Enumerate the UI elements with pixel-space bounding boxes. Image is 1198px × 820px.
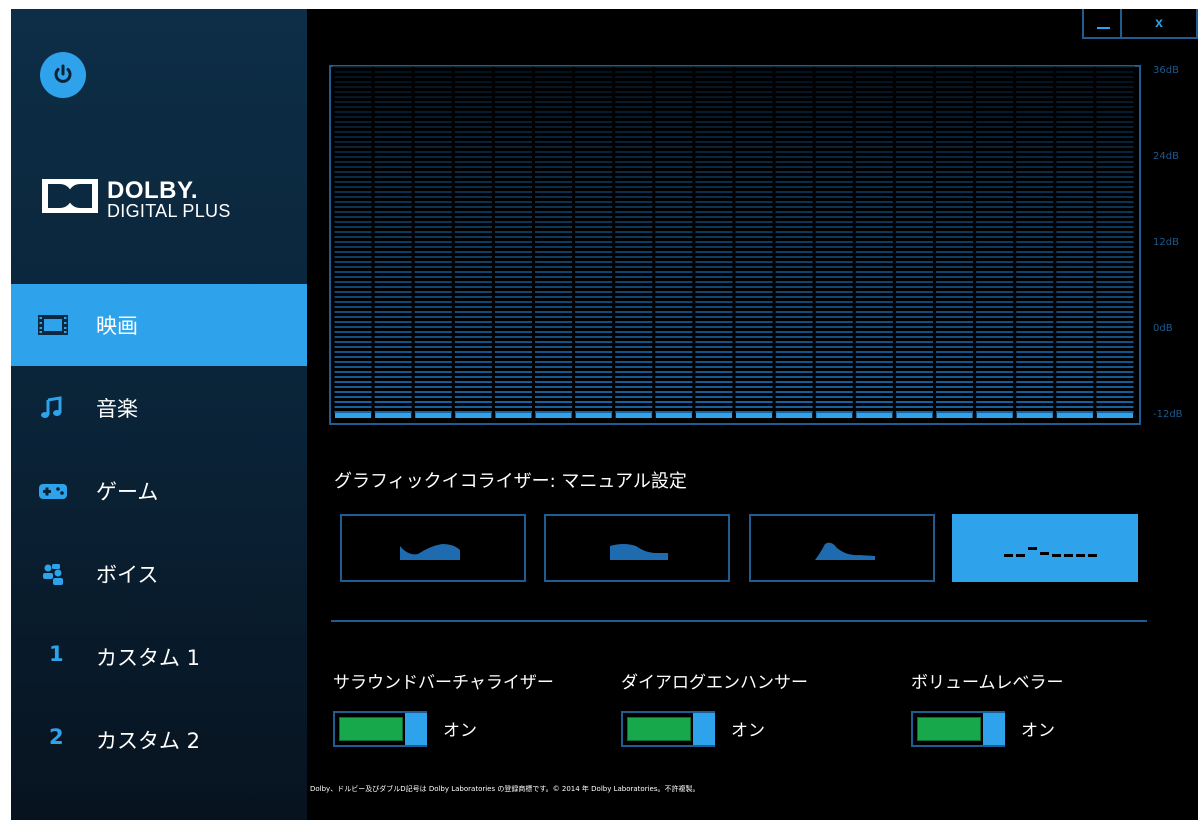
dolby-double-d-icon bbox=[42, 179, 98, 213]
eq-band-7-level[interactable] bbox=[575, 413, 612, 418]
eq-band-14-level[interactable] bbox=[856, 413, 893, 418]
sidebar-item-label: ボイス bbox=[96, 563, 159, 587]
eq-band-10-level[interactable] bbox=[695, 413, 732, 418]
eq-band-4-level[interactable] bbox=[455, 413, 492, 418]
eq-band-6-level[interactable] bbox=[535, 413, 572, 418]
eq-band-5-level[interactable] bbox=[495, 413, 532, 418]
volume-leveler-toggle[interactable] bbox=[911, 711, 1005, 747]
sidebar-item-custom-2[interactable]: 2 カスタム 2 bbox=[11, 699, 307, 781]
sidebar-item-voice[interactable]: ボイス bbox=[11, 533, 307, 615]
dolby-logo: DOLBY. DIGITAL PLUS bbox=[42, 171, 262, 221]
surround-virtualizer-toggle[interactable] bbox=[333, 711, 427, 747]
dialogue-enhancer-toggle[interactable] bbox=[621, 711, 715, 747]
volume-leveler-state: オン bbox=[1021, 721, 1055, 741]
sidebar-item-game[interactable]: ゲーム bbox=[11, 450, 307, 532]
eq-band-17-level[interactable] bbox=[976, 413, 1013, 418]
eq-band-18-level[interactable] bbox=[1016, 413, 1053, 418]
sidebar-item-label: ゲーム bbox=[96, 480, 159, 504]
preset-focused[interactable] bbox=[749, 514, 935, 582]
copyright-footer: Dolby、ドルビー及びダブルD記号は Dolby Laboratories の… bbox=[310, 785, 700, 793]
eq-focused-curve-icon bbox=[815, 542, 875, 560]
close-icon: x bbox=[1155, 14, 1163, 30]
preset-open[interactable] bbox=[340, 514, 526, 582]
eq-band-16-level[interactable] bbox=[936, 413, 973, 418]
logo-subtitle: DIGITAL PLUS bbox=[107, 201, 231, 221]
sidebar-item-label: カスタム 1 bbox=[96, 646, 201, 670]
surround-virtualizer-state: オン bbox=[443, 721, 477, 741]
eq-band-8-level[interactable] bbox=[615, 413, 652, 418]
equalizer-title: グラフィックイコライザー: マニュアル設定 bbox=[334, 471, 687, 492]
close-button[interactable]: x bbox=[1120, 9, 1198, 39]
custom-1-number-icon: 1 bbox=[49, 642, 64, 666]
power-icon bbox=[54, 64, 72, 83]
power-button[interactable] bbox=[40, 52, 86, 98]
eq-rich-curve-icon bbox=[610, 544, 668, 560]
main-panel: x 36dB 24dB 12dB 0dB -12dB グラフィックイコライザー:… bbox=[307, 9, 1198, 820]
music-note-icon bbox=[41, 396, 62, 418]
minimize-button[interactable] bbox=[1082, 9, 1122, 39]
section-divider bbox=[331, 620, 1147, 622]
eq-manual-icon bbox=[1004, 547, 1097, 557]
film-icon bbox=[38, 315, 68, 335]
dolby-app-window: DOLBY. DIGITAL PLUS 映画 音楽 ゲーム ボイス 1 カスタム… bbox=[0, 0, 1198, 820]
dialogue-enhancer-state: オン bbox=[731, 721, 765, 741]
eq-band-1-level[interactable] bbox=[335, 413, 372, 418]
sidebar-item-movie[interactable]: 映画 bbox=[11, 284, 307, 366]
db-label-minus-12: -12dB bbox=[1153, 409, 1183, 420]
custom-2-number-icon: 2 bbox=[49, 725, 64, 749]
sidebar-item-label: カスタム 2 bbox=[96, 729, 201, 753]
volume-leveler-label: ボリュームレベラー bbox=[911, 673, 1064, 693]
eq-band-9-level[interactable] bbox=[655, 413, 692, 418]
dialogue-enhancer-label: ダイアログエンハンサー bbox=[621, 673, 808, 693]
eq-band-12-level[interactable] bbox=[776, 413, 813, 418]
eq-band-3-level[interactable] bbox=[415, 413, 452, 418]
sidebar: DOLBY. DIGITAL PLUS 映画 音楽 ゲーム ボイス 1 カスタム… bbox=[11, 9, 307, 820]
eq-band-15-level[interactable] bbox=[896, 413, 933, 418]
surround-virtualizer-label: サラウンドバーチャライザー bbox=[333, 673, 554, 693]
voice-people-icon bbox=[43, 564, 63, 585]
preset-manual[interactable] bbox=[952, 514, 1138, 582]
eq-band-2-level[interactable] bbox=[375, 413, 412, 418]
db-label-36: 36dB bbox=[1153, 65, 1179, 76]
sidebar-item-custom-1[interactable]: 1 カスタム 1 bbox=[11, 616, 307, 698]
eq-band-20-level[interactable] bbox=[1096, 413, 1133, 418]
eq-band-11-level[interactable] bbox=[736, 413, 773, 418]
sidebar-item-label: 音楽 bbox=[96, 397, 138, 421]
equalizer-bands[interactable] bbox=[329, 65, 1149, 425]
eq-band-13-level[interactable] bbox=[816, 413, 853, 418]
graphic-equalizer[interactable]: 36dB 24dB 12dB 0dB -12dB bbox=[329, 65, 1183, 425]
db-label-24: 24dB bbox=[1153, 151, 1179, 162]
db-label-0: 0dB bbox=[1153, 323, 1173, 334]
db-label-12: 12dB bbox=[1153, 237, 1179, 248]
sidebar-item-label: 映画 bbox=[96, 314, 138, 338]
minimize-icon bbox=[1097, 27, 1110, 29]
gamepad-icon bbox=[39, 484, 67, 499]
sidebar-item-music[interactable]: 音楽 bbox=[11, 367, 307, 449]
preset-rich[interactable] bbox=[544, 514, 730, 582]
eq-band-19-level[interactable] bbox=[1056, 413, 1093, 418]
eq-open-curve-icon bbox=[400, 544, 460, 560]
